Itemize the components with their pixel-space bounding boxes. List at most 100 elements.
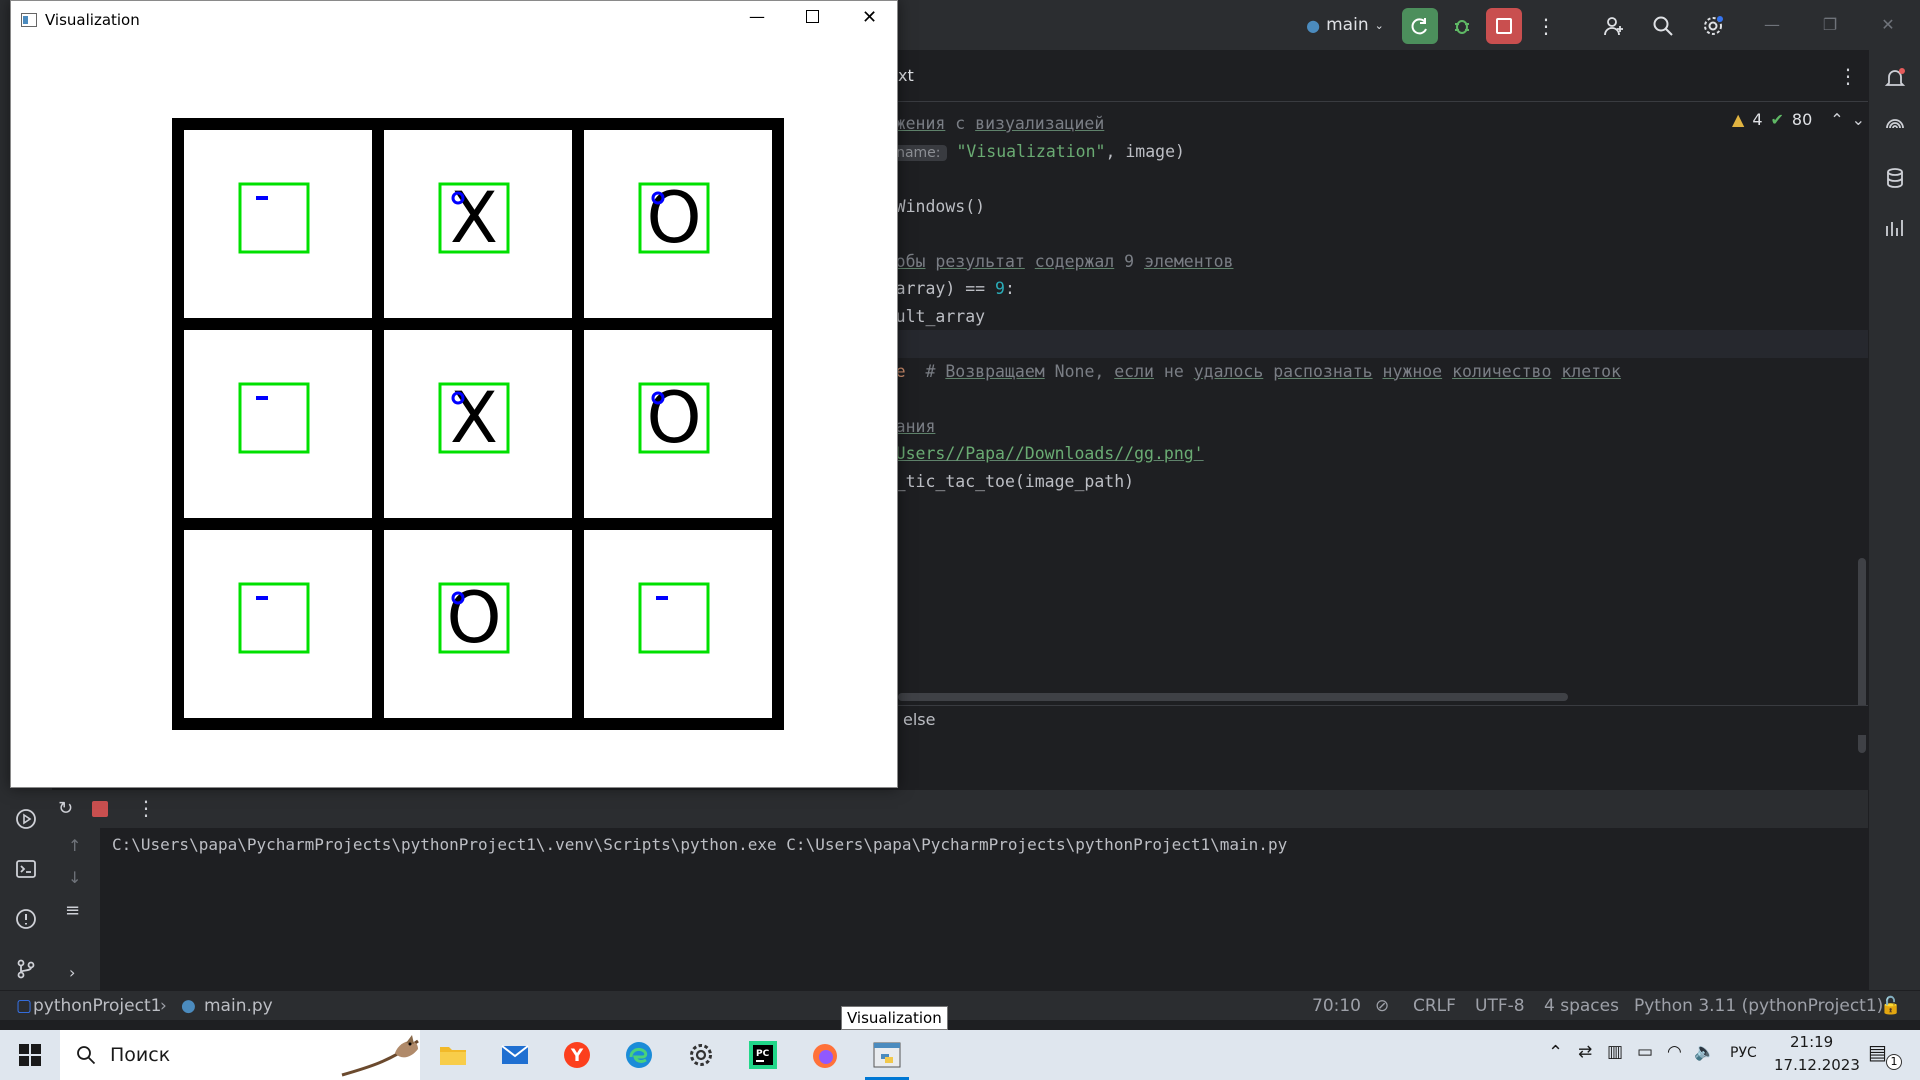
code-token: распознать [1273,361,1373,381]
network-sync-icon[interactable]: ⇄ [1578,1042,1592,1062]
notification-center-button[interactable]: ▤ 1 [1868,1040,1902,1070]
ide-close-button[interactable]: ✕ [1876,12,1900,36]
yandex-icon: Y [564,1042,590,1068]
cell-mark: O [446,577,501,659]
visualization-window[interactable]: Visualization — ✕ X O X O O [10,0,898,788]
inspections-widget[interactable]: ▲ 4 ✔ 80 ⌃ ⌄ [1732,110,1865,129]
svg-text:PC: PC [756,1049,770,1059]
taskbar-mail[interactable] [487,1030,543,1080]
git-branch-icon [17,959,35,979]
firefox-icon [813,1044,837,1068]
arrow-down-icon[interactable]: ↓ [68,868,81,887]
bell-icon [1884,68,1906,86]
code-line: 'C://Users//Papa//Downloads//gg.png' [846,443,1204,465]
database-button[interactable] [1881,164,1909,192]
stop-icon[interactable] [92,801,108,817]
close-icon[interactable]: ✕ [862,7,877,28]
tab-partial[interactable]: xt [898,66,914,85]
viz-title-bar[interactable]: Visualization — ✕ [11,1,897,39]
taskbar-search[interactable]: Поиск [60,1030,420,1080]
editor-hscrollbar[interactable] [898,693,1568,701]
taskbar-firefox[interactable] [797,1030,853,1080]
taskbar-python[interactable] [859,1030,915,1080]
clock-time[interactable]: 21:19 [1790,1033,1833,1051]
bird-branch-icon [341,1035,419,1077]
notifications-button[interactable] [1881,64,1909,92]
python-window-icon [873,1042,901,1068]
status-project[interactable]: pythonProject1 [33,991,161,1021]
soft-wrap-icon[interactable]: ≡ [65,900,80,921]
status-file[interactable]: main.py [204,991,273,1021]
restore-icon: ❐ [1822,14,1838,34]
status-encoding[interactable]: UTF-8 [1475,991,1525,1021]
code-token: удалось [1193,361,1264,381]
taskbar-edge[interactable] [611,1030,667,1080]
minimize-icon[interactable]: — [749,7,765,26]
chevron-up-icon[interactable]: ⌃ [1830,110,1843,129]
settings-button[interactable] [1695,8,1731,44]
windows-logo-icon [19,1044,41,1066]
project-square-icon: ▢ [16,996,33,1016]
close-icon: ✕ [1881,14,1895,34]
taskbar-settings[interactable] [673,1030,729,1080]
taskbar-pycharm[interactable]: PC [735,1030,791,1080]
start-button[interactable] [2,1030,58,1080]
lock-icon[interactable]: 🔓 [1880,991,1901,1021]
rerun-button[interactable] [1402,8,1438,44]
tabs-menu-icon[interactable]: ⋮ [1838,64,1858,88]
code-token: None, [1044,361,1115,381]
tic-tac-toe-board: X O X O O [172,118,784,730]
more-actions-button[interactable]: ⋮ [1528,8,1564,44]
code-token: если [1114,361,1154,381]
status-interpreter[interactable]: Python 3.11 (pythonProject1) [1634,991,1883,1021]
stop-button[interactable] [1486,8,1522,44]
run-tool-icon [16,809,36,829]
clock-date[interactable]: 17.12.2023 [1774,1056,1860,1074]
chevron-up-icon[interactable]: ⌃ [1548,1042,1563,1063]
problems-tool-button[interactable] [12,905,40,933]
wifi-icon[interactable]: ◠ [1667,1042,1682,1062]
code-token: Возвращаем [945,361,1045,381]
more-icon[interactable]: ⋮ [136,796,156,820]
ide-minimize-button[interactable]: — [1760,12,1784,36]
cell-mark: O [646,177,701,259]
problems-icon [16,909,36,929]
git-tool-button[interactable] [12,955,40,983]
expand-icon[interactable]: › [69,963,75,982]
chevron-down-icon: ⌄ [1374,18,1384,32]
code-with-me-button[interactable] [1596,8,1632,44]
search-everywhere-button[interactable] [1645,8,1681,44]
chevron-down-icon[interactable]: ⌄ [1852,110,1865,129]
code-token: результат [935,251,1025,271]
ide-restore-button[interactable]: ❐ [1818,12,1842,36]
status-indent[interactable]: 4 spaces [1544,991,1619,1021]
code-token: : [1004,279,1015,298]
sciview-button[interactable] [1881,214,1909,242]
language-indicator[interactable]: РУС [1730,1045,1757,1061]
volume-icon[interactable]: 🔈 [1694,1042,1715,1062]
taskbar-yandex[interactable]: Y [549,1030,605,1080]
database-icon [1887,168,1903,188]
run-tool-button[interactable] [12,805,40,833]
battery-icon[interactable]: ▭ [1637,1042,1653,1062]
mail-icon [501,1045,529,1064]
arrow-up-icon[interactable]: ↑ [68,836,81,855]
terminal-tool-button[interactable] [12,855,40,883]
status-line-separator[interactable]: CRLF [1413,991,1456,1021]
breadcrumb-item[interactable]: else [903,710,935,729]
ai-assistant-button[interactable] [1881,114,1909,142]
code-token: визуализацией [975,114,1105,133]
rerun-icon[interactable]: ↻ [58,798,73,819]
branch-selector[interactable]: ● main ⌄ [1300,10,1390,40]
kebab-icon: ⋮ [1536,14,1556,38]
search-placeholder: Поиск [110,1044,171,1066]
debug-button[interactable] [1444,8,1480,44]
status-position[interactable]: 70:10 [1312,991,1361,1021]
no-ai-icon[interactable]: ⊘ [1375,991,1389,1021]
maximize-icon[interactable] [806,10,819,23]
taskbar-explorer[interactable] [425,1030,481,1080]
code-token: нужное [1382,361,1443,381]
media-icon[interactable]: ▥ [1607,1042,1623,1062]
